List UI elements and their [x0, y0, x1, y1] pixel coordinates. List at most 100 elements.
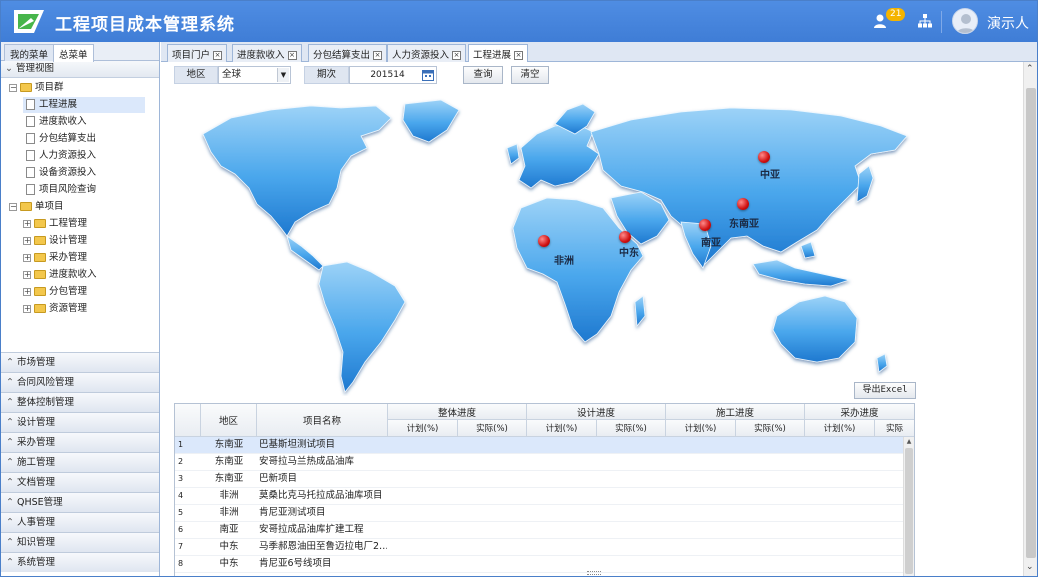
expand-icon[interactable]: + — [23, 270, 31, 279]
scroll-down-icon[interactable]: ⌄ — [1026, 562, 1034, 572]
folder-icon — [20, 83, 32, 92]
chevron-down-icon[interactable]: ▼ — [277, 68, 289, 82]
accordion-section[interactable]: ⌃ 市场管理 — [1, 352, 159, 372]
region-cell: 东南亚 — [214, 456, 244, 467]
expand-icon[interactable]: + — [23, 236, 31, 245]
column-header-procurement-plan[interactable]: 计划(%) — [805, 420, 875, 437]
content-tab[interactable]: 项目门户 × — [167, 44, 228, 62]
accordion-section[interactable]: ⌃ 系统管理 — [1, 552, 159, 572]
accordion-section[interactable]: ⌃ QHSE管理 — [1, 492, 159, 512]
column-header-overall-plan[interactable]: 计划(%) — [388, 420, 458, 437]
map-marker-central-asia[interactable] — [758, 151, 770, 163]
tree-node[interactable]: + 采办管理 — [23, 250, 87, 266]
accordion-section[interactable]: ⌃ 知识管理 — [1, 532, 159, 552]
tree-node-label: 人力资源投入 — [39, 150, 97, 161]
scroll-up-icon[interactable]: ⌃ — [1026, 64, 1034, 74]
collapse-icon[interactable]: − — [9, 83, 17, 92]
tree-node-label: 单项目 — [35, 201, 64, 212]
map-marker-middle-east[interactable] — [619, 231, 631, 243]
table-row[interactable]: 8 中东 肯尼亚6号线项目 — [175, 556, 903, 573]
table-row[interactable]: 7 中东 马季郝恩油田至鲁迈拉电厂2… — [175, 539, 903, 556]
tab-all-menu[interactable]: 总菜单 — [53, 44, 94, 62]
document-icon — [26, 184, 35, 195]
period-input[interactable]: 201514 — [349, 66, 437, 84]
tree-node[interactable]: + 工程管理 — [23, 216, 87, 232]
accordion-section[interactable]: ⌃ 采办管理 — [1, 432, 159, 452]
accordion-section[interactable]: ⌃ 文档管理 — [1, 472, 159, 492]
content-tab[interactable]: 人力资源投入 × — [387, 44, 467, 62]
accordion-section[interactable]: ⌃ 人事管理 — [1, 512, 159, 532]
tab-my-menu[interactable]: 我的菜单 — [4, 44, 55, 61]
close-tab-icon[interactable]: × — [452, 51, 462, 60]
org-chart-icon[interactable] — [918, 14, 932, 28]
table-scrollbar[interactable]: ▲ — [903, 437, 914, 576]
user-name[interactable]: 演示人 — [987, 13, 1029, 33]
calendar-icon[interactable] — [422, 69, 434, 81]
scroll-up-icon[interactable]: ▲ — [904, 437, 914, 447]
accordion-section[interactable]: ⌃ 整体控制管理 — [1, 392, 159, 412]
close-tab-icon[interactable]: × — [287, 51, 297, 60]
column-header-construction-actual[interactable]: 实际(%) — [736, 420, 805, 437]
table-row[interactable]: 3 东南亚 巴新项目 — [175, 471, 903, 488]
column-header-project-name[interactable]: 项目名称 — [257, 404, 388, 437]
table-row[interactable]: 2 东南亚 安哥拉马兰热成品油库 — [175, 454, 903, 471]
tree-node[interactable]: − 单项目 — [9, 199, 64, 215]
row-number-cell: 7 — [178, 542, 184, 551]
page-scrollbar-thumb[interactable] — [1026, 88, 1036, 558]
column-header-design-plan[interactable]: 计划(%) — [527, 420, 597, 437]
content-tab[interactable]: 进度款收入 × — [232, 44, 302, 62]
column-header-overall-actual[interactable]: 实际(%) — [458, 420, 527, 437]
expand-icon[interactable]: + — [23, 287, 31, 296]
tree-node[interactable]: + 进度款收入 — [23, 267, 97, 283]
table-row[interactable]: 5 非洲 肯尼亚测试项目 — [175, 505, 903, 522]
tree-node[interactable]: 工程进展 — [23, 97, 145, 113]
collapse-icon[interactable]: − — [9, 202, 17, 211]
tree-node[interactable]: 项目风险查询 — [23, 182, 96, 198]
region-select-value: 全球 — [222, 69, 242, 80]
column-header-construction-plan[interactable]: 计划(%) — [666, 420, 736, 437]
tree-node[interactable]: − 项目群 — [9, 80, 64, 96]
accordion-section[interactable]: ⌃ 设计管理 — [1, 412, 159, 432]
expand-icon[interactable]: + — [23, 219, 31, 228]
accordion-section[interactable]: ⌃ 合同风险管理 — [1, 372, 159, 392]
panel-resize-grip[interactable] — [587, 571, 601, 575]
map-marker-africa[interactable] — [538, 235, 550, 247]
expand-icon[interactable]: + — [23, 304, 31, 313]
close-tab-icon[interactable]: × — [213, 51, 223, 60]
tree-node[interactable]: 人力资源投入 — [23, 148, 96, 164]
map-marker-southeast-asia[interactable] — [737, 198, 749, 210]
tree-node[interactable]: + 分包管理 — [23, 284, 87, 300]
clear-button[interactable]: 清空 — [511, 66, 549, 84]
map-label-southeast-asia: 东南亚 — [729, 219, 759, 230]
tree-node[interactable]: + 资源管理 — [23, 301, 87, 317]
column-header-region[interactable]: 地区 — [201, 404, 257, 437]
table-scrollbar-thumb[interactable] — [905, 448, 913, 574]
user-avatar[interactable] — [952, 8, 978, 34]
tree-node[interactable]: 分包结算支出 — [23, 131, 96, 147]
project-name-cell: 肯尼亚6号线项目 — [259, 558, 332, 569]
region-select[interactable]: 全球 ▼ — [218, 66, 291, 84]
column-header-procurement-actual[interactable]: 实际 — [875, 420, 914, 437]
table-row[interactable]: 4 非洲 莫桑比克马托拉成品油库项目 — [175, 488, 903, 505]
export-excel-button[interactable]: 导出Excel — [854, 382, 916, 399]
content-tab[interactable]: 工程进展 × — [468, 44, 529, 63]
chevron-down-icon: ⌄ — [5, 63, 13, 74]
accordion-section[interactable]: ⌃ 施工管理 — [1, 452, 159, 472]
close-tab-icon[interactable]: × — [514, 51, 524, 60]
map-marker-south-asia[interactable] — [699, 219, 711, 231]
avatar-icon — [956, 14, 976, 33]
tree-node[interactable]: 进度款收入 — [23, 114, 87, 130]
query-button[interactable]: 查询 — [463, 66, 503, 84]
page-scrollbar[interactable]: ⌃ ⌄ — [1023, 62, 1037, 576]
tree-node[interactable]: 设备资源投入 — [23, 165, 96, 181]
tree-node[interactable]: + 设计管理 — [23, 233, 87, 249]
table-row[interactable]: 6 南亚 安哥拉成品油库扩建工程 — [175, 522, 903, 539]
close-tab-icon[interactable]: × — [373, 51, 383, 60]
expand-icon[interactable]: + — [23, 253, 31, 262]
section-management-view[interactable]: ⌄ 管理视图 — [1, 61, 159, 78]
content-tab[interactable]: 分包结算支出 × — [308, 44, 388, 62]
accordion-section-label: 系统管理 — [17, 557, 56, 568]
region-label: 地区 — [174, 66, 218, 84]
column-header-design-actual[interactable]: 实际(%) — [597, 420, 666, 437]
table-row[interactable]: 1 东南亚 巴基斯坦测试项目 — [175, 437, 903, 454]
